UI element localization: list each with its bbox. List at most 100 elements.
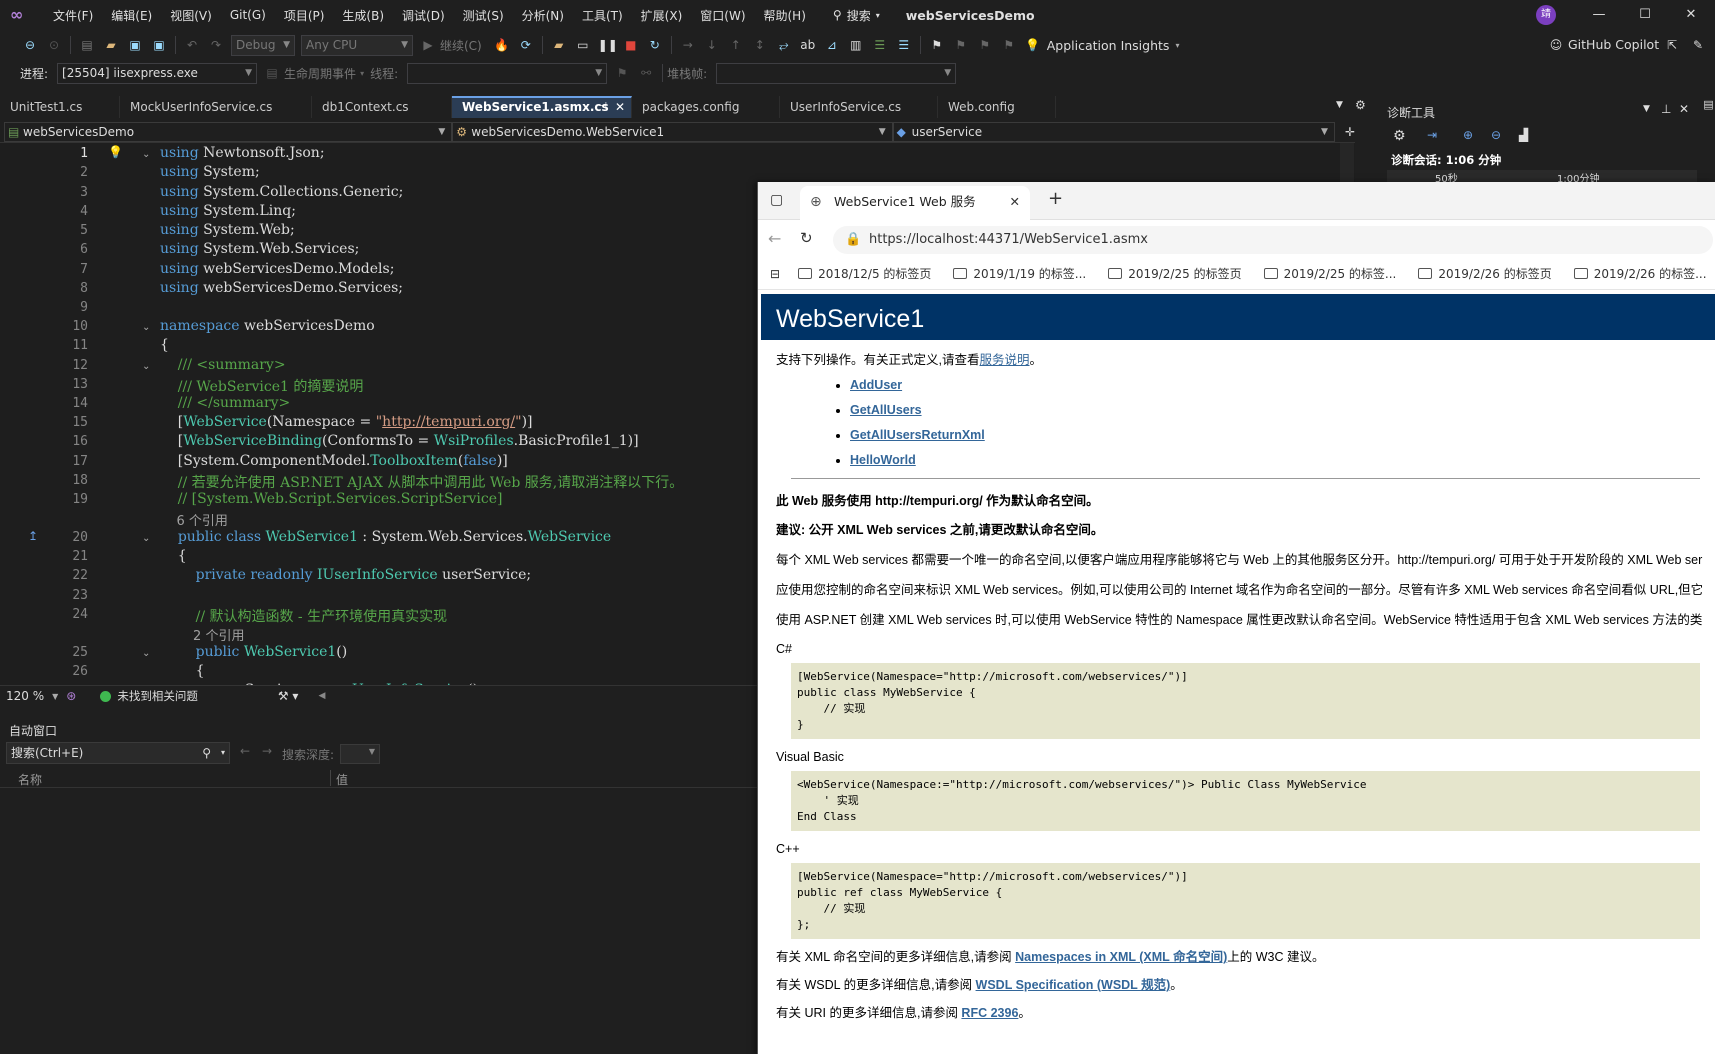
refresh-icon[interactable]: ⟳ bbox=[517, 36, 535, 54]
tab-packages-config[interactable]: packages.config bbox=[632, 96, 780, 118]
operation-link-getallusersreturnxml[interactable]: GetAllUsersReturnXml bbox=[850, 428, 985, 442]
spell-check-icon[interactable]: ab bbox=[799, 36, 817, 54]
indent-icon[interactable]: ☰ bbox=[871, 36, 889, 54]
cursor-icon[interactable]: ⊿ bbox=[823, 36, 841, 54]
tab-actions-icon[interactable]: ▢ bbox=[770, 192, 783, 208]
lifecycle-events-button[interactable]: 生命周期事件 bbox=[284, 65, 356, 82]
stop-icon[interactable]: ■ bbox=[622, 36, 640, 54]
github-copilot-button[interactable]: GitHub Copilot bbox=[1568, 37, 1659, 52]
chevron-down-icon[interactable]: ▼ bbox=[52, 692, 58, 701]
close-icon[interactable]: ✕ bbox=[1679, 102, 1689, 116]
thread-filter-icon[interactable]: ⚯ bbox=[637, 64, 655, 82]
issues-status[interactable]: 未找到相关问题 bbox=[117, 688, 198, 704]
thread-select[interactable]: ▼ bbox=[407, 62, 608, 84]
close-window-button[interactable]: ✕ bbox=[1668, 0, 1714, 30]
tab-mockuserinfoservice[interactable]: MockUserInfoService.cs bbox=[120, 96, 312, 118]
pin-icon[interactable]: ⊥ bbox=[1661, 102, 1671, 116]
forward-icon[interactable]: ⊙ bbox=[45, 36, 63, 54]
settings-icon[interactable]: ⚙ bbox=[1393, 128, 1406, 144]
flag-icon[interactable]: ⚑ bbox=[613, 64, 631, 82]
menu-help[interactable]: 帮助(H) bbox=[755, 7, 815, 24]
codelens-references[interactable]: 6 个引用 bbox=[160, 510, 228, 529]
close-icon[interactable]: ✕ bbox=[615, 98, 625, 116]
open-folder-icon[interactable]: ▰ bbox=[102, 36, 120, 54]
tab-webservice1-asmx-cs[interactable]: WebService1.asmx.cs ⊣ ✕ bbox=[452, 96, 632, 118]
settings-icon[interactable]: ⚙ bbox=[1355, 98, 1366, 112]
namespaces-in-xml-link[interactable]: Namespaces in XML (XML 命名空间) bbox=[1015, 950, 1227, 964]
platform-select[interactable]: Any CPU ▼ bbox=[301, 34, 413, 56]
chevron-down-icon[interactable]: ▼ bbox=[1643, 104, 1650, 114]
operation-link-getallusers[interactable]: GetAllUsers bbox=[850, 403, 922, 417]
continue-button[interactable]: 继续(C) bbox=[440, 37, 482, 54]
outdent-icon[interactable]: ☰ bbox=[895, 36, 913, 54]
member-dropdown[interactable]: ◆ userService ▼ bbox=[892, 121, 1335, 142]
menu-extensions[interactable]: 扩展(X) bbox=[632, 7, 692, 24]
zoom-in-icon[interactable]: ⊕ bbox=[1463, 128, 1473, 142]
step-back-icon[interactable]: ↕ bbox=[751, 36, 769, 54]
search-icon[interactable]: ⚲ bbox=[202, 743, 211, 763]
configuration-select[interactable]: Debug ▼ bbox=[231, 34, 295, 56]
bookmark-icon[interactable]: ⚑ bbox=[928, 36, 946, 54]
menu-edit[interactable]: 编辑(E) bbox=[102, 7, 161, 24]
minimize-button[interactable]: — bbox=[1576, 0, 1622, 30]
arrow-left-icon[interactable]: ← bbox=[240, 744, 250, 758]
menu-build[interactable]: 生成(B) bbox=[333, 7, 393, 24]
lifecycle-icon[interactable]: ▤ bbox=[263, 64, 281, 82]
menu-tools[interactable]: 工具(T) bbox=[573, 7, 632, 24]
step-into-icon[interactable]: ↓ bbox=[703, 36, 721, 54]
menu-test[interactable]: 测试(S) bbox=[454, 7, 513, 24]
tab-web-config[interactable]: Web.config bbox=[938, 96, 1056, 118]
stack-frame-select[interactable]: ▼ bbox=[716, 62, 957, 84]
fold-toggle[interactable]: ⌄ bbox=[142, 149, 150, 160]
zoom-level[interactable]: 120 % bbox=[6, 689, 44, 703]
browser-tab[interactable]: ⊕ WebService1 Web 服务 ✕ bbox=[800, 186, 1030, 220]
menu-debug[interactable]: 调试(D) bbox=[393, 7, 454, 24]
continue-icon[interactable]: ▶ bbox=[419, 36, 437, 54]
service-description-link[interactable]: 服务说明 bbox=[979, 353, 1029, 367]
chevron-down-icon[interactable]: ▾ bbox=[221, 743, 225, 763]
tab-userinfoservice[interactable]: UserInfoService.cs bbox=[780, 96, 938, 118]
fold-toggle[interactable]: ⌄ bbox=[142, 648, 150, 659]
new-project-icon[interactable]: ▤ bbox=[78, 36, 96, 54]
application-insights-button[interactable]: Application Insights bbox=[1047, 38, 1170, 53]
tab-db1context[interactable]: db1Context.cs bbox=[312, 96, 452, 118]
column-divider[interactable] bbox=[330, 770, 331, 786]
copilot-status-icon[interactable]: ⊛ bbox=[66, 689, 76, 703]
hot-reload-icon[interactable]: 🔥 bbox=[493, 36, 511, 54]
back-icon[interactable]: ← bbox=[768, 229, 781, 248]
menu-file[interactable]: 文件(F) bbox=[44, 7, 102, 24]
menu-git[interactable]: Git(G) bbox=[221, 8, 275, 22]
hot-path-icon[interactable]: ⥂ bbox=[775, 36, 793, 54]
export-icon[interactable]: ⇥ bbox=[1427, 128, 1437, 142]
autos-search-input[interactable]: 搜索(Ctrl+E) ⚲ ▾ bbox=[6, 742, 230, 764]
menu-view[interactable]: 视图(V) bbox=[161, 7, 221, 24]
browser-link-icon[interactable]: ▰ bbox=[550, 36, 568, 54]
close-tab-icon[interactable]: ✕ bbox=[1010, 186, 1020, 218]
fold-toggle[interactable]: ⌄ bbox=[142, 533, 150, 544]
menu-window[interactable]: 窗口(W) bbox=[691, 7, 754, 24]
back-icon[interactable]: ⊖ bbox=[21, 36, 39, 54]
url-field[interactable]: 🔒 https://localhost:44371/WebService1.as… bbox=[833, 226, 1713, 254]
search-depth-select[interactable]: ▼ bbox=[340, 744, 380, 764]
feedback-icon[interactable]: ✎ bbox=[1689, 36, 1707, 54]
save-icon[interactable]: ▣ bbox=[126, 36, 144, 54]
rfc-2396-link[interactable]: RFC 2396 bbox=[961, 1006, 1018, 1020]
code-cleanup-icon[interactable]: ⚒ ▾ bbox=[278, 689, 299, 703]
pause-icon[interactable]: ❚❚ bbox=[598, 36, 618, 54]
class-dropdown[interactable]: ⚙ webServicesDemo.WebService1 ▼ bbox=[452, 121, 893, 142]
menu-project[interactable]: 项目(P) bbox=[275, 7, 334, 24]
undo-icon[interactable]: ↶ bbox=[183, 36, 201, 54]
redo-icon[interactable]: ↷ bbox=[207, 36, 225, 54]
maximize-button[interactable]: ☐ bbox=[1622, 0, 1668, 30]
search-button[interactable]: ⚲ 搜索 ▾ bbox=[825, 7, 888, 24]
column-header-value[interactable]: 值 bbox=[336, 771, 348, 788]
new-tab-button[interactable]: + bbox=[1048, 188, 1063, 209]
clear-bookmark-icon[interactable]: ⚑ bbox=[1000, 36, 1018, 54]
refresh-icon[interactable]: ↻ bbox=[800, 229, 813, 247]
columns-icon[interactable]: ▥ bbox=[847, 36, 865, 54]
next-bookmark-icon[interactable]: ⚑ bbox=[976, 36, 994, 54]
codelens-references[interactable]: 2 个引用 bbox=[160, 625, 244, 644]
prev-bookmark-icon[interactable]: ⚑ bbox=[952, 36, 970, 54]
implementation-icon[interactable]: ↥ bbox=[28, 529, 38, 543]
reading-list-icon[interactable]: ⊟ bbox=[770, 267, 780, 281]
